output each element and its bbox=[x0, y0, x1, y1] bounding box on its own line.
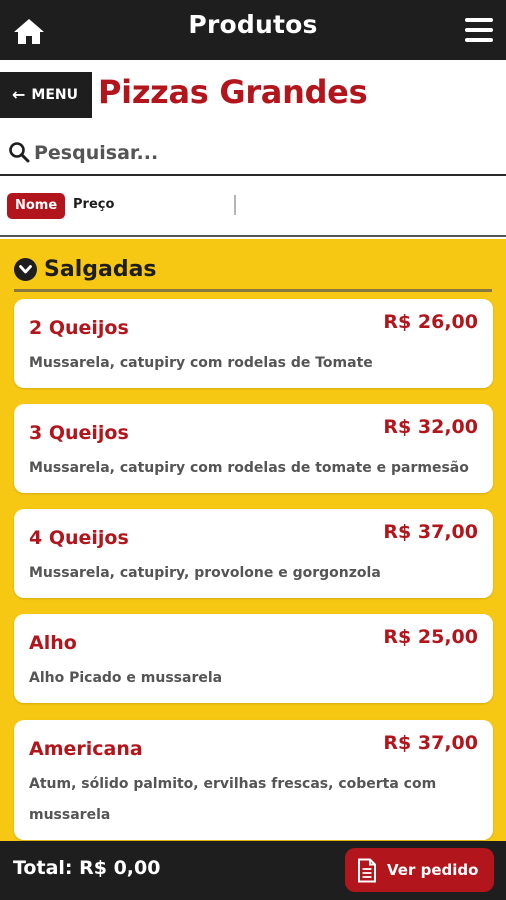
sort-by-name-button[interactable]: Nome bbox=[7, 193, 66, 219]
product-card[interactable]: 2 Queijos R$ 26,00 Mussarela, catupiry c… bbox=[14, 299, 493, 388]
page-title: Pizzas Grandes bbox=[98, 73, 368, 111]
search-bar bbox=[0, 130, 506, 176]
product-name: Alho bbox=[29, 632, 77, 654]
hamburger-menu-icon[interactable] bbox=[465, 18, 493, 44]
menu-button-label: MENU bbox=[31, 87, 78, 103]
category-name: Salgadas bbox=[44, 256, 157, 282]
view-order-button[interactable]: Ver pedido bbox=[345, 848, 494, 892]
product-name: Americana bbox=[29, 738, 143, 760]
product-description: Alho Picado e mussarela bbox=[29, 670, 223, 686]
sort-bar: Nome Preço bbox=[0, 177, 506, 237]
order-total: Total: R$ 0,00 bbox=[13, 857, 161, 879]
divider bbox=[234, 195, 236, 215]
product-list: Salgadas 2 Queijos R$ 26,00 Mussarela, c… bbox=[0, 239, 506, 841]
category-toggle-salgadas[interactable]: Salgadas bbox=[14, 249, 492, 292]
product-description: Mussarela, catupiry com rodelas de Tomat… bbox=[29, 355, 373, 371]
screen-title: Produtos bbox=[188, 10, 318, 39]
product-price: R$ 37,00 bbox=[383, 521, 478, 543]
product-price: R$ 25,00 bbox=[383, 626, 478, 648]
view-order-label: Ver pedido bbox=[387, 861, 479, 879]
product-name: 3 Queijos bbox=[29, 422, 129, 444]
arrow-left-icon: ← bbox=[12, 85, 26, 104]
product-price: R$ 32,00 bbox=[383, 416, 478, 438]
product-description: Mussarela, catupiry com rodelas de tomat… bbox=[29, 460, 469, 476]
chevron-down-icon bbox=[14, 257, 37, 281]
document-icon bbox=[358, 858, 376, 882]
search-input[interactable] bbox=[34, 138, 494, 168]
category-header: ← MENU Pizzas Grandes bbox=[0, 60, 506, 130]
product-name: 2 Queijos bbox=[29, 317, 129, 339]
product-card[interactable]: Alho R$ 25,00 Alho Picado e mussarela bbox=[14, 614, 493, 703]
product-price: R$ 26,00 bbox=[383, 311, 478, 333]
top-bar: Produtos bbox=[0, 0, 506, 60]
sort-by-price-button[interactable]: Preço bbox=[73, 197, 114, 212]
back-to-menu-button[interactable]: ← MENU bbox=[0, 72, 92, 118]
product-card[interactable]: 4 Queijos R$ 37,00 Mussarela, catupiry, … bbox=[14, 509, 493, 598]
product-price: R$ 37,00 bbox=[383, 732, 478, 754]
product-card[interactable]: Americana R$ 37,00 Atum, sólido palmito,… bbox=[14, 720, 493, 840]
order-footer: Total: R$ 0,00 Ver pedido bbox=[0, 841, 506, 900]
product-name: 4 Queijos bbox=[29, 527, 129, 549]
product-description: Mussarela, catupiry, provolone e gorgonz… bbox=[29, 565, 381, 581]
product-card[interactable]: 3 Queijos R$ 32,00 Mussarela, catupiry c… bbox=[14, 404, 493, 493]
product-description: Atum, sólido palmito, ervilhas frescas, … bbox=[29, 776, 437, 823]
search-icon bbox=[9, 142, 30, 163]
